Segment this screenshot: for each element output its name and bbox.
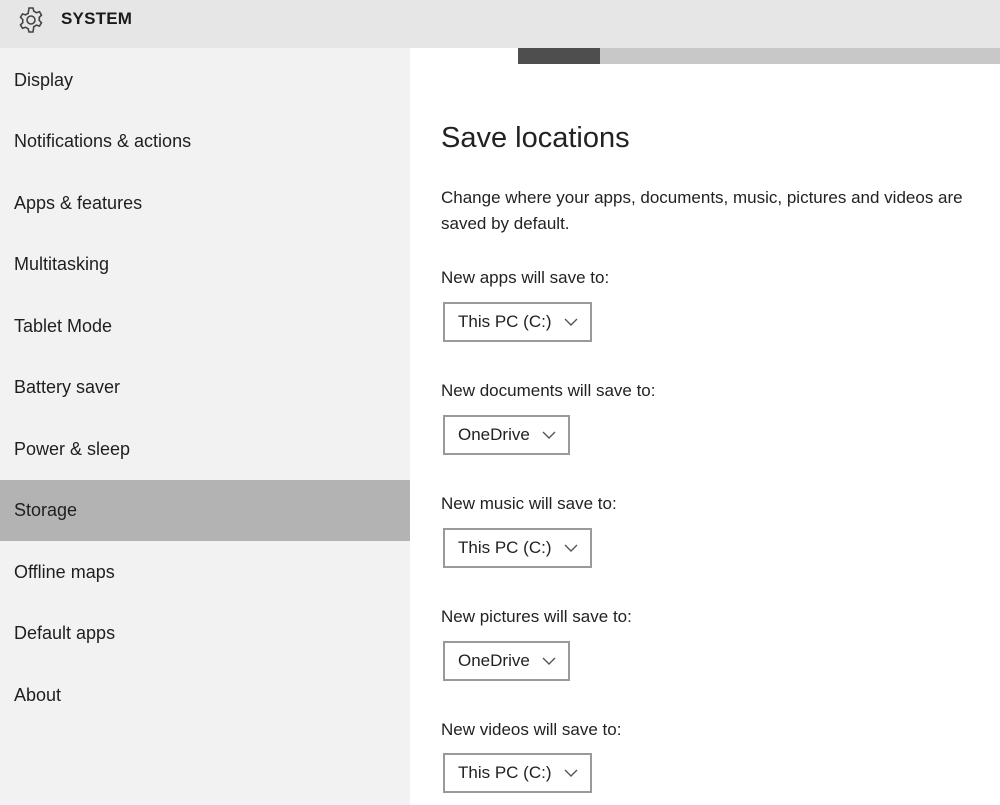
sidebar-item-notifications-actions[interactable]: Notifications & actions <box>0 111 410 172</box>
chevron-down-icon <box>542 656 556 666</box>
sidebar-item-label: Power & sleep <box>14 439 131 459</box>
dropdown-value: This PC (C:) <box>458 763 552 782</box>
videos-save-label: New videos will save to: <box>441 720 622 739</box>
section-description: Change where your apps, documents, music… <box>441 188 963 233</box>
dropdown-value: This PC (C:) <box>458 538 552 557</box>
documents-save-location-dropdown[interactable]: OneDrive <box>443 415 570 455</box>
pictures-save-label: New pictures will save to: <box>441 607 632 626</box>
dropdown-value: OneDrive <box>458 425 530 444</box>
music-save-label: New music will save to: <box>441 494 617 513</box>
sidebar-item-label: About <box>14 685 62 705</box>
dropdown-value: This PC (C:) <box>458 312 552 331</box>
storage-usage-bar <box>518 48 1000 64</box>
apps-save-label: New apps will save to: <box>441 268 610 287</box>
sidebar-item-about[interactable]: About <box>0 665 410 726</box>
chevron-down-icon <box>564 543 578 553</box>
sidebar-item-power-sleep[interactable]: Power & sleep <box>0 419 410 480</box>
sidebar-item-default-apps[interactable]: Default apps <box>0 603 410 664</box>
gear-icon <box>14 5 48 35</box>
sidebar-item-label: Default apps <box>14 623 116 643</box>
title-bar: SYSTEM <box>0 0 1000 48</box>
sidebar-item-apps-features[interactable]: Apps & features <box>0 173 410 234</box>
sidebar-item-label: Multitasking <box>14 254 110 274</box>
apps-save-location-dropdown[interactable]: This PC (C:) <box>443 302 592 342</box>
music-save-location-dropdown[interactable]: This PC (C:) <box>443 528 592 568</box>
chevron-down-icon <box>542 430 556 440</box>
videos-save-location-dropdown[interactable]: This PC (C:) <box>443 753 592 793</box>
documents-save-label: New documents will save to: <box>441 381 656 400</box>
sidebar-item-tablet-mode[interactable]: Tablet Mode <box>0 296 410 357</box>
sidebar-item-label: Notifications & actions <box>14 131 192 151</box>
storage-usage-fill <box>518 48 600 64</box>
sidebar-item-battery-saver[interactable]: Battery saver <box>0 357 410 418</box>
sidebar-item-label: Apps & features <box>14 193 143 213</box>
section-heading: Save locations <box>441 122 630 154</box>
sidebar-nav: Display Notifications & actions Apps & f… <box>0 48 410 805</box>
sidebar-item-label: Battery saver <box>14 377 121 397</box>
chevron-down-icon <box>564 317 578 327</box>
app-title: SYSTEM <box>61 9 133 28</box>
sidebar-item-label: Display <box>14 70 74 90</box>
chevron-down-icon <box>564 768 578 778</box>
sidebar-item-multitasking[interactable]: Multitasking <box>0 234 410 295</box>
sidebar-item-label: Tablet Mode <box>14 316 113 336</box>
sidebar-item-offline-maps[interactable]: Offline maps <box>0 542 410 603</box>
sidebar-item-label: Storage <box>14 500 78 520</box>
dropdown-value: OneDrive <box>458 651 530 670</box>
sidebar-item-storage[interactable]: Storage <box>0 480 410 541</box>
pictures-save-location-dropdown[interactable]: OneDrive <box>443 641 570 681</box>
sidebar-item-label: Offline maps <box>14 562 115 582</box>
sidebar-item-display[interactable]: Display <box>0 50 410 111</box>
